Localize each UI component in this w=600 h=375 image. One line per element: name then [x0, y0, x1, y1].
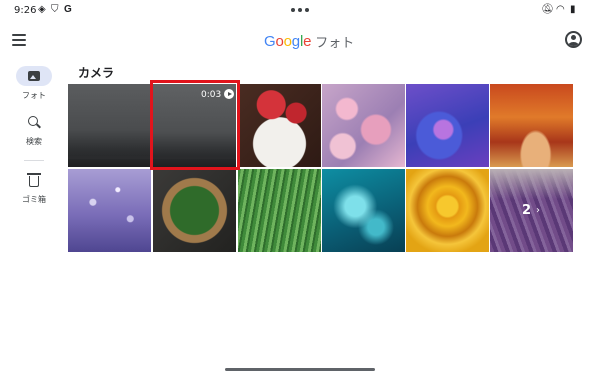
window-handle-dots[interactable] — [291, 8, 309, 12]
photo-tile-water[interactable] — [322, 169, 405, 252]
trash-icon — [27, 173, 41, 187]
nav-item-search[interactable]: 検索 — [0, 112, 68, 147]
photo-tile-lavender-more[interactable]: 2 › — [490, 169, 573, 252]
video-tile-laptop[interactable]: 0:03 — [153, 84, 236, 167]
photo-tile-laptop[interactable] — [68, 84, 151, 167]
video-duration: 0:03 — [201, 90, 222, 100]
location-icon: ◈ — [38, 4, 46, 15]
app-name: フォト — [315, 36, 355, 51]
photo-tile-grass[interactable] — [238, 169, 321, 252]
photo-icon — [28, 71, 40, 81]
google-g-icon: G — [64, 4, 72, 15]
battery-icon: ▮ — [570, 4, 576, 15]
photo-tile-lotus[interactable] — [406, 84, 489, 167]
photo-tile-autumn-path[interactable] — [490, 84, 573, 167]
account-icon[interactable] — [565, 31, 582, 48]
nav-item-trash[interactable]: ゴミ箱 — [0, 170, 68, 205]
photo-tile-cherry-blossom[interactable] — [322, 84, 405, 167]
status-time: 9:26 — [14, 5, 37, 16]
nav-label-photos: フォト — [22, 91, 46, 100]
shield-icon: ⛉ — [51, 4, 59, 15]
photo-tile-basil[interactable] — [153, 169, 236, 252]
status-bar: 9:26 ◈ ⛉ G 🔕︎ ◠ ▮ — [0, 0, 600, 22]
home-indicator[interactable] — [225, 368, 375, 371]
play-icon — [224, 89, 234, 99]
menu-icon[interactable] — [12, 34, 26, 46]
album-title: カメラ — [78, 66, 115, 80]
nav-item-photos[interactable]: フォト — [0, 66, 68, 101]
app-bar: Google フォト — [0, 26, 600, 56]
notifications-off-icon: 🔕︎ — [541, 4, 554, 15]
app-title: Google フォト — [264, 32, 354, 51]
rail-divider — [24, 160, 44, 161]
photo-tile-sparkle[interactable] — [68, 169, 151, 252]
google-logo: Google — [264, 33, 312, 50]
nav-label-search: 検索 — [26, 137, 42, 146]
wifi-icon: ◠ — [556, 4, 565, 15]
photo-grid: 0:03 2 › — [68, 84, 574, 252]
photo-tile-yellow-rose[interactable] — [406, 169, 489, 252]
photo-tile-strawberries[interactable] — [238, 84, 321, 167]
more-count: 2 — [522, 203, 532, 218]
nav-label-trash: ゴミ箱 — [22, 195, 46, 204]
chevron-right-icon: › — [536, 205, 540, 216]
search-icon — [28, 116, 38, 126]
